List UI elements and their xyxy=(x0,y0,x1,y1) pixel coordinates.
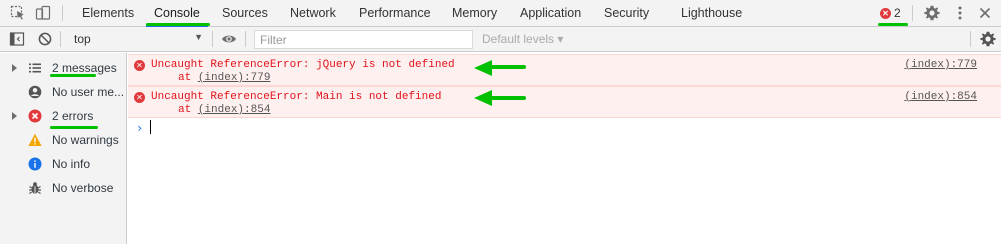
tab-network[interactable]: Network xyxy=(290,0,336,26)
filter-input[interactable] xyxy=(254,30,473,49)
stack-trace-link[interactable]: (index):779 xyxy=(198,72,271,84)
sidebar-toggle-icon[interactable] xyxy=(9,31,25,47)
console-settings-gear-icon[interactable] xyxy=(980,31,996,47)
sidebar-item-warnings[interactable]: No warnings xyxy=(0,128,126,152)
toolbar-divider xyxy=(912,5,913,21)
console-messages: ✕ Uncaught ReferenceError: jQuery is not… xyxy=(128,53,1001,244)
annotation-underline-sidebar xyxy=(50,74,96,77)
info-icon xyxy=(28,157,42,171)
error-text: Uncaught ReferenceError: jQuery is not d… xyxy=(151,59,455,71)
sidebar-item-label: No info xyxy=(52,157,91,171)
stack-trace-line: at (index):779 xyxy=(178,72,270,84)
source-link[interactable]: (index):854 xyxy=(904,91,977,103)
sidebar-item-user-messages[interactable]: No user me... xyxy=(0,80,126,104)
sidebar-item-errors[interactable]: 2 errors xyxy=(0,104,126,128)
expand-arrow-icon[interactable] xyxy=(12,64,17,72)
tab-elements[interactable]: Elements xyxy=(82,0,134,26)
more-options-icon[interactable] xyxy=(952,5,968,21)
sidebar-item-verbose[interactable]: No verbose xyxy=(0,176,126,200)
error-count: 2 xyxy=(894,6,901,20)
tab-security[interactable]: Security xyxy=(604,0,649,26)
close-icon[interactable] xyxy=(977,5,993,21)
user-icon xyxy=(28,85,42,99)
stack-trace-prefix: at xyxy=(178,72,198,84)
tab-sources[interactable]: Sources xyxy=(222,0,268,26)
toolbar-divider xyxy=(62,5,63,21)
toolbar-divider xyxy=(212,31,213,47)
annotation-underline-errors xyxy=(50,126,98,129)
stack-trace-link[interactable]: (index):854 xyxy=(198,104,271,116)
tab-memory[interactable]: Memory xyxy=(452,0,497,26)
chevron-down-icon: ▼ xyxy=(194,32,203,42)
sidebar-item-label: 2 errors xyxy=(52,109,94,123)
sidebar-item-label: No user me... xyxy=(52,85,125,99)
tab-application[interactable]: Application xyxy=(520,0,581,26)
console-prompt-icon: › xyxy=(136,121,144,135)
expand-arrow-icon[interactable] xyxy=(12,112,17,120)
console-toolbar: top ▼ Default levels ▾ xyxy=(0,27,1001,52)
annotation-arrow-icon xyxy=(474,90,526,106)
eye-icon[interactable] xyxy=(221,31,237,47)
error-count-badge[interactable]: ✕ 2 xyxy=(880,6,901,20)
clear-console-icon[interactable] xyxy=(37,31,53,47)
error-icon: ✕ xyxy=(134,60,145,71)
context-value: top xyxy=(74,32,91,46)
tab-lighthouse[interactable]: Lighthouse xyxy=(681,0,742,26)
sidebar-item-info[interactable]: No info xyxy=(0,152,126,176)
inspect-element-icon[interactable] xyxy=(10,5,26,21)
error-icon: ✕ xyxy=(880,7,891,19)
sidebar-item-label: No warnings xyxy=(52,133,119,147)
annotation-underline-error-badge xyxy=(878,23,908,26)
toolbar-divider xyxy=(245,31,246,47)
sidebar-item-label: 2 messages xyxy=(52,61,117,75)
sidebar-item-label: No verbose xyxy=(52,181,114,195)
console-error-message[interactable]: ✕ Uncaught ReferenceError: Main is not d… xyxy=(128,86,1001,118)
context-selector[interactable]: top ▼ xyxy=(64,29,207,49)
annotation-underline-console xyxy=(146,23,210,26)
list-icon xyxy=(29,63,41,73)
error-text: Uncaught ReferenceError: Main is not def… xyxy=(151,91,442,103)
annotation-arrow-icon xyxy=(474,60,526,76)
error-icon: ✕ xyxy=(134,92,145,103)
stack-trace-line: at (index):854 xyxy=(178,104,270,116)
stack-trace-prefix: at xyxy=(178,104,198,116)
console-input-caret[interactable] xyxy=(150,120,151,134)
warning-icon xyxy=(28,133,42,146)
log-levels-dropdown[interactable]: Default levels ▾ xyxy=(482,32,563,46)
console-error-message[interactable]: ✕ Uncaught ReferenceError: jQuery is not… xyxy=(128,54,1001,86)
tab-performance[interactable]: Performance xyxy=(359,0,431,26)
bug-icon xyxy=(29,182,41,194)
toolbar-divider xyxy=(970,31,971,47)
console-sidebar: 2 messages No user me... 2 errors No war… xyxy=(0,53,127,244)
error-icon xyxy=(28,109,42,123)
device-toolbar-icon[interactable] xyxy=(35,5,51,21)
source-link[interactable]: (index):779 xyxy=(904,59,977,71)
gear-icon[interactable] xyxy=(924,5,940,21)
toolbar-divider xyxy=(60,31,61,47)
